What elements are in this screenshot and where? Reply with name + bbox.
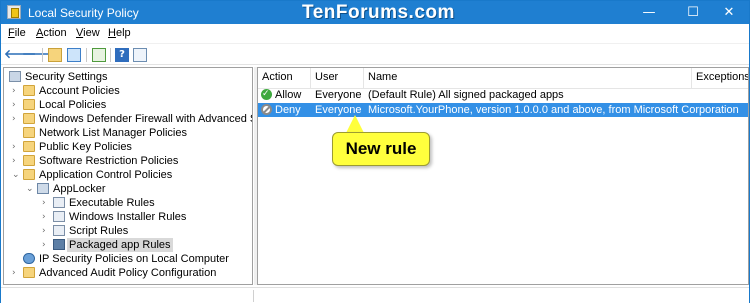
column-header-user[interactable]: User (311, 68, 364, 88)
toolbar-separator (86, 48, 87, 62)
folder-icon (23, 155, 35, 166)
column-header-exceptions[interactable]: Exceptions (692, 68, 748, 88)
rules-list[interactable]: Action User Name Exceptions Allow Everyo… (257, 67, 749, 285)
table-row-selected[interactable]: Deny Everyone Microsoft.YourPhone, versi… (258, 103, 748, 117)
chevron-right-icon[interactable]: › (12, 140, 21, 154)
applocker-icon (37, 183, 49, 194)
folder-icon (23, 267, 35, 278)
column-header-action[interactable]: Action (258, 68, 311, 88)
local-security-policy-window: Local Security Policy TenForums.com — ☐ … (0, 0, 750, 303)
row-name: (Default Rule) All signed packaged apps (368, 89, 564, 101)
show-hide-tree-icon[interactable] (67, 48, 81, 62)
chevron-right-icon[interactable]: › (42, 238, 51, 252)
chevron-right-icon[interactable]: › (42, 196, 51, 210)
toolbar-separator (42, 48, 43, 62)
title-bar[interactable]: Local Security Policy TenForums.com — ☐ … (1, 1, 749, 24)
network-icon (23, 253, 35, 264)
chevron-right-icon[interactable]: › (12, 98, 21, 112)
row-user: Everyone (315, 89, 362, 101)
chevron-right-icon[interactable]: › (42, 210, 51, 224)
folder-icon (23, 127, 35, 138)
properties-icon[interactable] (133, 48, 147, 62)
deny-circle-icon (261, 104, 272, 115)
table-row[interactable]: Allow Everyone (Default Rule) All signed… (258, 87, 748, 102)
menu-file[interactable]: File (8, 27, 26, 39)
menu-help[interactable]: Help (108, 27, 131, 39)
folder-icon (23, 99, 35, 110)
close-button[interactable]: ✕ (709, 1, 749, 24)
menu-bar: File Action View Help (1, 24, 749, 42)
status-divider (253, 290, 254, 302)
back-arrow-icon[interactable]: 🡐 (4, 46, 36, 62)
menu-action[interactable]: Action (36, 27, 67, 39)
menu-view[interactable]: View (76, 27, 100, 39)
rules-icon (53, 225, 65, 236)
folder-icon (23, 141, 35, 152)
allow-check-icon (261, 87, 272, 101)
chevron-down-icon[interactable]: ⌄ (26, 182, 35, 196)
toolbar: 🡐 🡒 ? (1, 43, 749, 65)
chevron-down-icon[interactable]: ⌄ (12, 168, 21, 182)
up-folder-icon[interactable] (48, 48, 62, 62)
toolbar-separator (110, 48, 111, 62)
app-icon[interactable] (7, 5, 21, 19)
chevron-right-icon[interactable]: › (12, 84, 21, 98)
rules-icon (53, 197, 65, 208)
maximize-button[interactable]: ☐ (673, 1, 713, 24)
chevron-right-icon[interactable]: › (12, 266, 21, 280)
callout-pointer (346, 115, 364, 133)
help-icon[interactable]: ? (115, 48, 129, 62)
watermark-text: TenForums.com (302, 2, 455, 23)
status-bar (1, 287, 749, 303)
folder-icon (23, 113, 35, 124)
row-name: Microsoft.YourPhone, version 1.0.0.0 and… (368, 104, 739, 116)
chevron-right-icon[interactable]: › (42, 224, 51, 238)
minimize-button[interactable]: — (629, 1, 669, 24)
export-list-icon[interactable] (92, 48, 106, 62)
security-settings-icon (9, 71, 21, 82)
column-header-name[interactable]: Name (364, 68, 692, 88)
folder-icon (23, 85, 35, 96)
chevron-right-icon[interactable]: › (12, 112, 21, 126)
folder-icon (23, 169, 35, 180)
packaged-app-icon (53, 239, 65, 250)
console-tree[interactable]: Security Settings › Account Policies › L… (3, 67, 253, 285)
new-rule-callout: New rule (332, 132, 430, 166)
window-title: Local Security Policy (28, 6, 139, 20)
row-action: Deny (275, 104, 301, 116)
rules-icon (53, 211, 65, 222)
row-action: Allow (275, 89, 302, 101)
chevron-right-icon[interactable]: › (12, 154, 21, 168)
forward-arrow-icon[interactable]: 🡒 (22, 46, 54, 62)
